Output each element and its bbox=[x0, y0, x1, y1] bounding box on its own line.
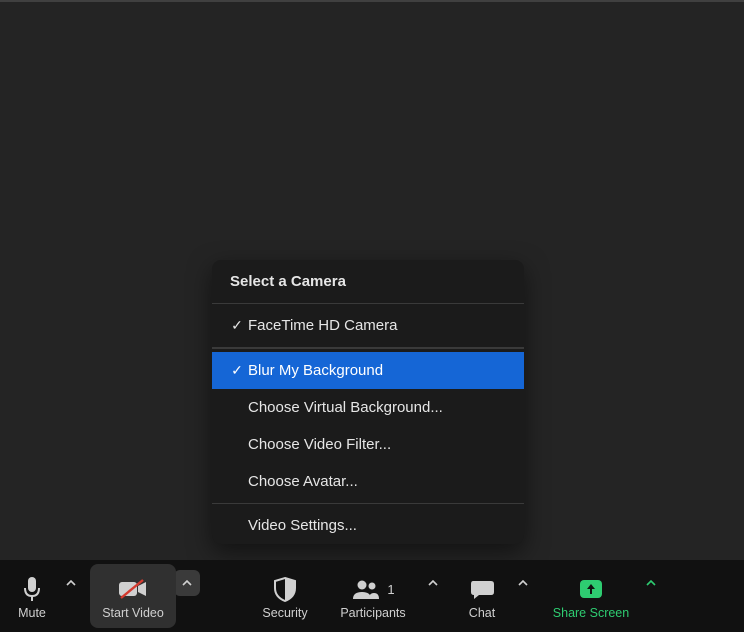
video-off-icon bbox=[118, 574, 148, 604]
bottom-toolbar: Mute Start Video Security bbox=[0, 560, 744, 632]
toolbar-label: Start Video bbox=[102, 606, 164, 620]
menu-item-label: Choose Avatar... bbox=[248, 473, 358, 490]
mute-chevron[interactable] bbox=[58, 570, 84, 596]
chevron-up-icon bbox=[182, 580, 192, 586]
chevron-up-icon bbox=[428, 580, 438, 586]
participants-button[interactable]: 1 Participants bbox=[324, 564, 422, 628]
participants-icon: 1 bbox=[351, 574, 394, 604]
menu-item-label: Choose Virtual Background... bbox=[248, 399, 443, 416]
menu-item-label: Choose Video Filter... bbox=[248, 436, 391, 453]
start-video-chevron[interactable] bbox=[174, 570, 200, 596]
security-button[interactable]: Security bbox=[246, 564, 324, 628]
check-icon: ✓ bbox=[226, 317, 248, 334]
menu-item-video-filter[interactable]: Choose Video Filter... bbox=[212, 426, 524, 463]
share-screen-button[interactable]: Share Screen bbox=[542, 564, 640, 628]
microphone-icon bbox=[23, 574, 41, 604]
chevron-up-icon bbox=[646, 580, 656, 586]
mute-button[interactable]: Mute bbox=[4, 564, 60, 628]
check-icon: ✓ bbox=[226, 362, 248, 379]
popup-divider bbox=[212, 347, 524, 349]
toolbar-label: Mute bbox=[18, 606, 46, 620]
chevron-up-icon bbox=[518, 580, 528, 586]
menu-item-label: Blur My Background bbox=[248, 362, 383, 379]
popup-divider bbox=[212, 503, 524, 504]
menu-item-video-settings[interactable]: Video Settings... bbox=[212, 507, 524, 544]
top-divider bbox=[0, 0, 744, 2]
camera-option-facetime[interactable]: ✓ FaceTime HD Camera bbox=[212, 307, 524, 344]
chat-chevron[interactable] bbox=[510, 570, 536, 596]
chevron-up-icon bbox=[66, 580, 76, 586]
toolbar-label: Share Screen bbox=[553, 606, 629, 620]
menu-item-choose-avatar[interactable]: Choose Avatar... bbox=[212, 463, 524, 500]
chat-icon bbox=[469, 574, 495, 604]
toolbar-label: Participants bbox=[340, 606, 405, 620]
popup-divider bbox=[212, 303, 524, 304]
toolbar-label: Security bbox=[262, 606, 307, 620]
menu-item-blur-background[interactable]: ✓ Blur My Background bbox=[212, 352, 524, 389]
toolbar-label: Chat bbox=[469, 606, 495, 620]
share-screen-icon bbox=[578, 574, 604, 604]
chat-button[interactable]: Chat bbox=[452, 564, 512, 628]
popup-header: Select a Camera bbox=[212, 260, 524, 300]
shield-icon bbox=[273, 574, 297, 604]
menu-item-label: FaceTime HD Camera bbox=[248, 317, 397, 334]
start-video-button[interactable]: Start Video bbox=[90, 564, 176, 628]
share-screen-chevron[interactable] bbox=[638, 570, 664, 596]
menu-item-virtual-background[interactable]: Choose Virtual Background... bbox=[212, 389, 524, 426]
participants-chevron[interactable] bbox=[420, 570, 446, 596]
participants-count: 1 bbox=[387, 582, 394, 597]
menu-item-label: Video Settings... bbox=[248, 517, 357, 534]
video-options-popup: Select a Camera ✓ FaceTime HD Camera ✓ B… bbox=[212, 260, 524, 544]
